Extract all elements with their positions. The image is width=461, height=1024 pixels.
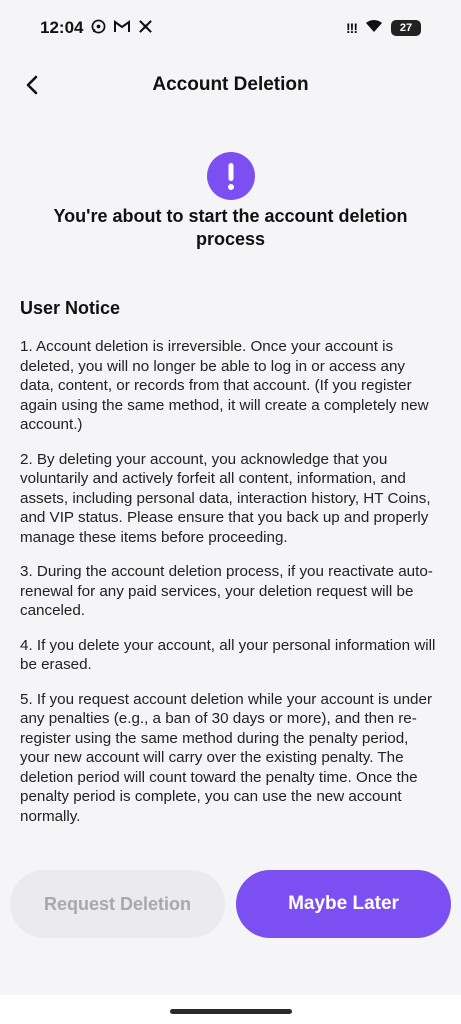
alert-headline: You're about to start the account deleti…	[53, 206, 408, 249]
notice-paragraph: 2. By deleting your account, you acknowl…	[20, 450, 431, 546]
maybe-later-button[interactable]: Maybe Later	[236, 870, 451, 938]
back-button[interactable]	[16, 69, 48, 101]
page-title: Account Deletion	[152, 74, 309, 95]
notice-paragraph: 5. If you request account deletion while…	[20, 690, 432, 825]
whatsapp-icon	[91, 19, 106, 38]
status-bar: 12:04 !!! 27	[0, 0, 461, 56]
tools-icon	[138, 19, 153, 38]
signal-icon: !!!	[346, 20, 358, 36]
exclamation-icon	[207, 152, 255, 200]
header: Account Deletion	[0, 62, 461, 108]
notice-scroll-area[interactable]: User Notice 1. Account deletion is irrev…	[20, 298, 441, 857]
notice-paragraph: 1. Account deletion is irreversible. Onc…	[20, 338, 429, 433]
status-left: 12:04	[40, 18, 153, 38]
request-deletion-button[interactable]: Request Deletion	[10, 870, 225, 938]
status-right: !!! 27	[346, 19, 421, 38]
wifi-icon	[365, 19, 383, 38]
action-buttons: Request Deletion Maybe Later	[10, 870, 451, 938]
notice-paragraph: 4. If you delete your account, all your …	[20, 636, 436, 674]
notice-title: User Notice	[20, 298, 121, 318]
gmail-icon	[114, 19, 131, 37]
battery-icon: 27	[391, 20, 421, 36]
home-indicator[interactable]	[170, 1009, 292, 1014]
status-time: 12:04	[40, 18, 84, 37]
notice-paragraph: 3. During the account deletion process, …	[20, 563, 433, 619]
chevron-left-icon	[26, 75, 38, 95]
